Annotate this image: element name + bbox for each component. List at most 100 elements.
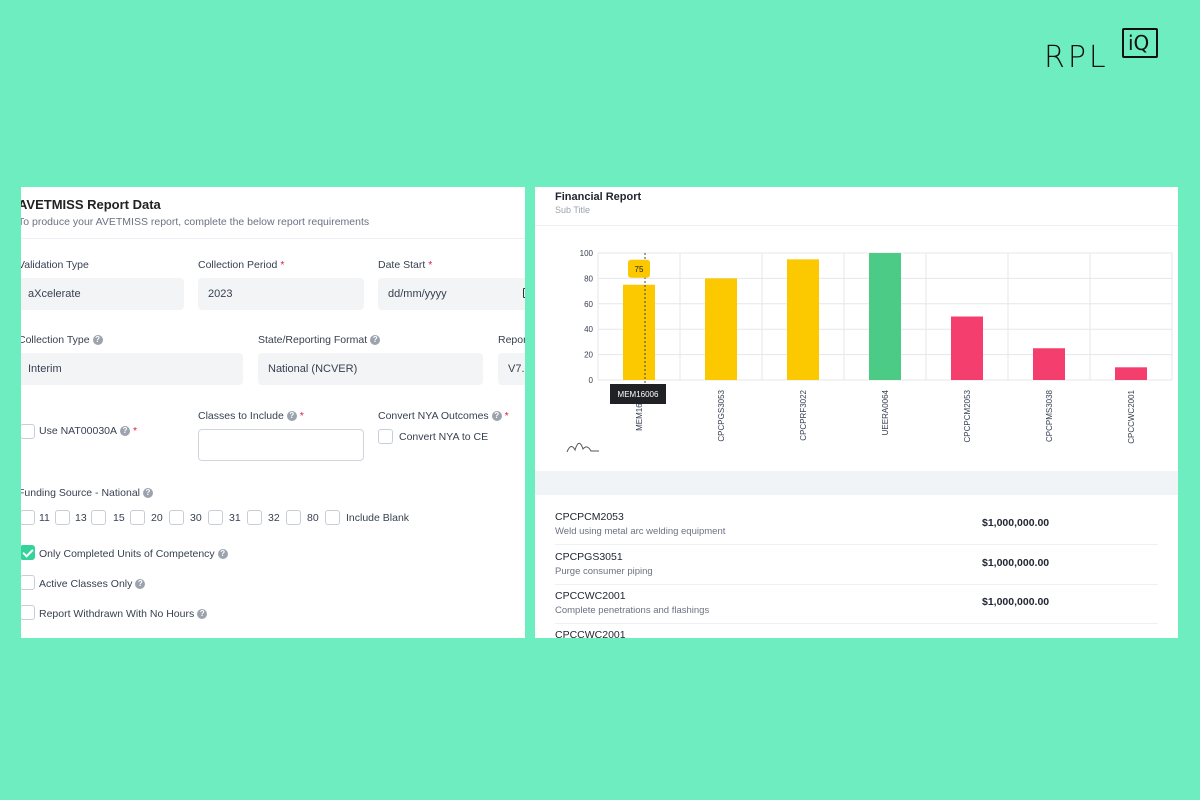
- collection-type-label: Collection Type?: [21, 334, 103, 346]
- funding-checkbox-30[interactable]: [169, 510, 184, 525]
- funding-label-15: 15: [113, 512, 125, 524]
- convert-nya-checkbox[interactable]: [378, 429, 393, 444]
- use-nat-label: Use NAT00030A? *: [39, 425, 138, 437]
- funding-label-30: 30: [190, 512, 202, 524]
- x-tick-label: CPCPMS3038: [1045, 389, 1054, 442]
- funding-checkbox-80[interactable]: [286, 510, 301, 525]
- state-format-select[interactable]: National (NCVER): [258, 353, 483, 385]
- bar-CPCPGS3053: [705, 278, 737, 380]
- financial-report-panel: Financial Report Sub Title 0 20 40 60 80 100 M…: [535, 187, 1178, 638]
- date-start-placeholder: dd/mm/yyyy: [388, 288, 447, 300]
- row-amount: $1,000,000.00: [982, 557, 1050, 569]
- bar-CPCPRF3022: [787, 259, 819, 380]
- y-tick-label: 40: [584, 325, 593, 334]
- only-completed-label: Only Completed Units of Competency?: [39, 548, 228, 560]
- funding-label-11: 11: [39, 512, 50, 524]
- divider: [535, 225, 1178, 226]
- help-icon[interactable]: ?: [217, 549, 228, 560]
- table-row[interactable]: CPCPCM2053 Weld using metal arc welding …: [555, 505, 1158, 545]
- x-tick-label: CPCPGS3053: [717, 389, 726, 441]
- table-row[interactable]: CPCCWC2001 Complete penetrations and fla…: [555, 584, 1158, 624]
- funding-label-13: 13: [75, 512, 87, 524]
- x-tick-label: CPCPRF3022: [799, 389, 808, 440]
- bar-CPCCWC2001: [1115, 367, 1147, 380]
- divider: [21, 238, 525, 239]
- rpliq-logo: RPL iQ: [1040, 26, 1165, 76]
- collection-period-label: Collection Period *: [198, 259, 285, 271]
- funding-checkbox-31[interactable]: [208, 510, 223, 525]
- y-tick-label: 100: [580, 249, 594, 258]
- funding-label-blank: Include Blank: [346, 512, 410, 524]
- row-code: CPCPGS3051: [555, 551, 623, 563]
- y-tick-label: 0: [589, 376, 594, 385]
- use-nat-checkbox[interactable]: [21, 424, 35, 439]
- report-withdrawn-label: Report Withdrawn With No Hours?: [39, 608, 208, 620]
- x-tick-label: CPCPCM2053: [963, 389, 972, 442]
- logo-badge-text: iQ: [1128, 31, 1150, 55]
- y-tick-label: 20: [584, 351, 593, 360]
- help-icon[interactable]: ?: [491, 411, 502, 422]
- funding-source-label: Funding Source - National?: [21, 487, 153, 499]
- funding-label-20: 20: [151, 512, 163, 524]
- calendar-icon[interactable]: [523, 288, 525, 298]
- report-withdrawn-checkbox[interactable]: [21, 605, 35, 620]
- only-completed-checkbox[interactable]: [21, 545, 35, 560]
- active-classes-checkbox[interactable]: [21, 575, 35, 590]
- help-icon[interactable]: ?: [370, 335, 381, 346]
- avetmiss-panel: AVETMISS Report Data To produce your AVE…: [21, 187, 525, 638]
- funding-checkbox-20[interactable]: [130, 510, 145, 525]
- funding-checkbox-13[interactable]: [55, 510, 70, 525]
- row-description: Purge consumer piping: [555, 566, 653, 577]
- funding-checkbox-32[interactable]: [247, 510, 262, 525]
- help-icon[interactable]: ?: [143, 488, 153, 499]
- table-row[interactable]: CPCCWC2001: [555, 623, 1158, 638]
- tooltip-value: 75: [635, 265, 644, 274]
- bar-CPCPCM2053: [951, 316, 983, 380]
- report-version-label: Repor: [498, 334, 525, 346]
- row-amount: $1,000,000.00: [982, 596, 1050, 608]
- collection-type-select[interactable]: Interim: [21, 353, 243, 385]
- convert-nya-label: Convert NYA Outcomes? *: [378, 410, 509, 422]
- bar-UEERA0064: [869, 253, 901, 380]
- funding-label-80: 80: [307, 512, 319, 524]
- funding-label-31: 31: [229, 512, 241, 524]
- page-subtitle: To produce your AVETMISS report, complet…: [21, 216, 370, 228]
- y-tick-label: 80: [584, 274, 593, 283]
- date-start-label: Date Start *: [378, 259, 433, 271]
- funding-label-32: 32: [268, 512, 280, 524]
- x-tick-label: CPCCWC2001: [1127, 389, 1136, 443]
- logo-badge: iQ: [1122, 28, 1158, 58]
- funding-checkbox-15[interactable]: [91, 510, 106, 525]
- funding-checkbox-blank[interactable]: [325, 510, 340, 525]
- row-code: CPCCWC2001: [555, 629, 626, 638]
- row-code: CPCPCM2053: [555, 511, 624, 523]
- active-classes-label: Active Classes Only?: [39, 578, 146, 590]
- financial-bar-chart: 0 20 40 60 80 100 MEM16006 CPCPGS3053 CPCPRF3022…: [566, 249, 1173, 453]
- collection-period-select[interactable]: 2023: [198, 278, 364, 310]
- table-header-band: [535, 471, 1178, 495]
- help-icon[interactable]: ?: [135, 579, 146, 590]
- help-icon[interactable]: ?: [197, 609, 208, 620]
- funding-checkbox-11[interactable]: [21, 510, 35, 525]
- help-icon[interactable]: ?: [120, 426, 131, 437]
- table-row[interactable]: CPCPGS3051 Purge consumer piping $1,000,…: [555, 545, 1158, 585]
- help-icon[interactable]: ?: [286, 411, 297, 422]
- financial-report-subtitle: Sub Title: [555, 205, 591, 215]
- report-version-select[interactable]: V7.0: [498, 353, 525, 385]
- date-start-input[interactable]: dd/mm/yyyy: [378, 278, 525, 310]
- convert-nya-option-label: Convert NYA to CE: [399, 431, 489, 443]
- bar-CPCPMS3038: [1033, 348, 1065, 380]
- page-title: AVETMISS Report Data: [21, 197, 161, 212]
- row-description: Weld using metal arc welding equipment: [555, 526, 726, 537]
- x-tick-label: UEERA0064: [881, 389, 890, 435]
- classes-include-input[interactable]: [198, 429, 364, 461]
- validation-type-label: Validation Type: [21, 259, 89, 271]
- row-code: CPCCWC2001: [555, 590, 626, 602]
- row-description: Complete penetrations and flashings: [555, 605, 710, 616]
- y-tick-label: 60: [584, 300, 593, 309]
- classes-include-label: Classes to Include? *: [198, 410, 304, 422]
- help-icon[interactable]: ?: [92, 335, 103, 346]
- row-amount: $1,000,000.00: [982, 517, 1050, 529]
- tooltip-category: MEM16006: [618, 390, 659, 399]
- validation-type-select[interactable]: aXcelerate: [21, 278, 184, 310]
